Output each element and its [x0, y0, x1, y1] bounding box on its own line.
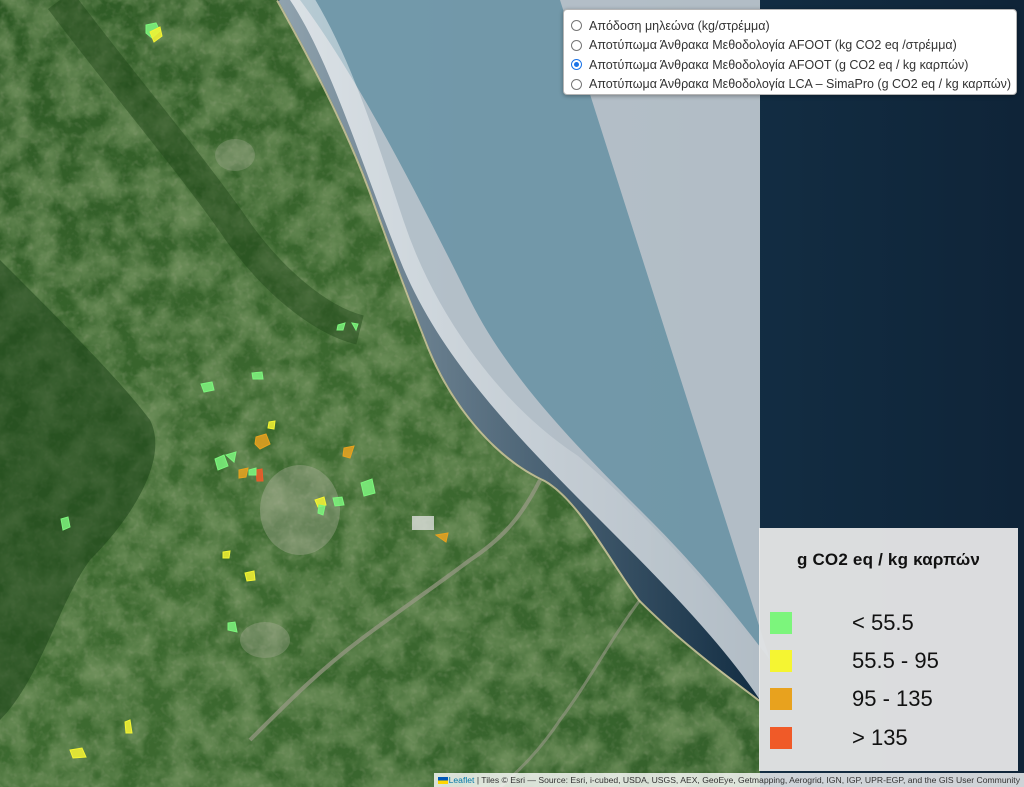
legend-label: > 135 [852, 725, 908, 750]
layer-option-label: Απόδοση μηλεώνα (kg/στρέμμα) [589, 18, 770, 33]
layer-option-label: Αποτύπωμα Άνθρακα Μεθοδολογία AFOOT (kg … [589, 38, 957, 53]
radio-button[interactable] [571, 20, 582, 32]
legend-title: g CO2 eq / kg καρπών [796, 550, 981, 569]
orchard-parcel[interactable] [244, 570, 256, 582]
orchard-parcel[interactable] [60, 516, 71, 531]
layer-control: Απόδοση μηλεώνα (kg/στρέμμα) Αποτύπωμα Ά… [563, 9, 1017, 95]
ukraine-flag-icon [437, 777, 448, 784]
legend-swatch [770, 727, 792, 749]
layer-option-afoot-fruit[interactable]: Αποτύπωμα Άνθρακα Μεθοδολογία AFOOT (g C… [571, 55, 1008, 75]
map-legend: g CO2 eq / kg καρπών < 55.5 55.5 - 95 95… [759, 528, 1018, 771]
legend-label: 95 - 135 [852, 686, 933, 711]
legend-label: 55.5 - 95 [852, 648, 939, 673]
radio-button[interactable] [571, 39, 582, 51]
layer-option-label: Αποτύπωμα Άνθρακα Μεθοδολογία LCA – Sima… [589, 77, 1012, 92]
orchard-parcel[interactable] [267, 420, 276, 430]
attribution-text: | Tiles © Esri — Source: Esri, i-cubed, … [474, 775, 1020, 785]
legend-item: < 55.5 [770, 612, 1010, 636]
orchard-parcel[interactable] [332, 496, 345, 507]
legend-swatch [770, 688, 792, 710]
orchard-parcel[interactable] [227, 621, 238, 633]
orchard-parcel[interactable] [255, 468, 264, 482]
legend-item: > 135 [770, 727, 1010, 751]
legend-label: < 55.5 [852, 610, 914, 635]
radio-button[interactable] [571, 78, 582, 90]
legend-item: 55.5 - 95 [770, 650, 1010, 674]
layer-option-label: Αποτύπωμα Άνθρακα Μεθοδολογία AFOOT (g C… [589, 57, 969, 72]
orchard-parcel[interactable] [251, 371, 264, 380]
legend-swatch [770, 650, 792, 672]
orchard-parcel[interactable] [200, 381, 215, 393]
layer-option-yield[interactable]: Απόδοση μηλεώνα (kg/στρέμμα) [571, 16, 1008, 36]
layer-option-lca-simapro[interactable]: Αποτύπωμα Άνθρακα Μεθοδολογία LCA – Sima… [571, 75, 1012, 95]
orchard-parcel[interactable] [222, 550, 231, 559]
leaflet-link[interactable]: Leaflet [449, 775, 475, 785]
layer-option-afoot-area[interactable]: Αποτύπωμα Άνθρακα Μεθοδολογία AFOOT (kg … [571, 36, 1008, 56]
map-attribution: Leaflet | Tiles © Esri — Source: Esri, i… [433, 773, 1024, 787]
legend-item: 95 - 135 [770, 688, 1010, 712]
legend-swatch [770, 612, 792, 634]
radio-button-selected[interactable] [571, 59, 582, 71]
